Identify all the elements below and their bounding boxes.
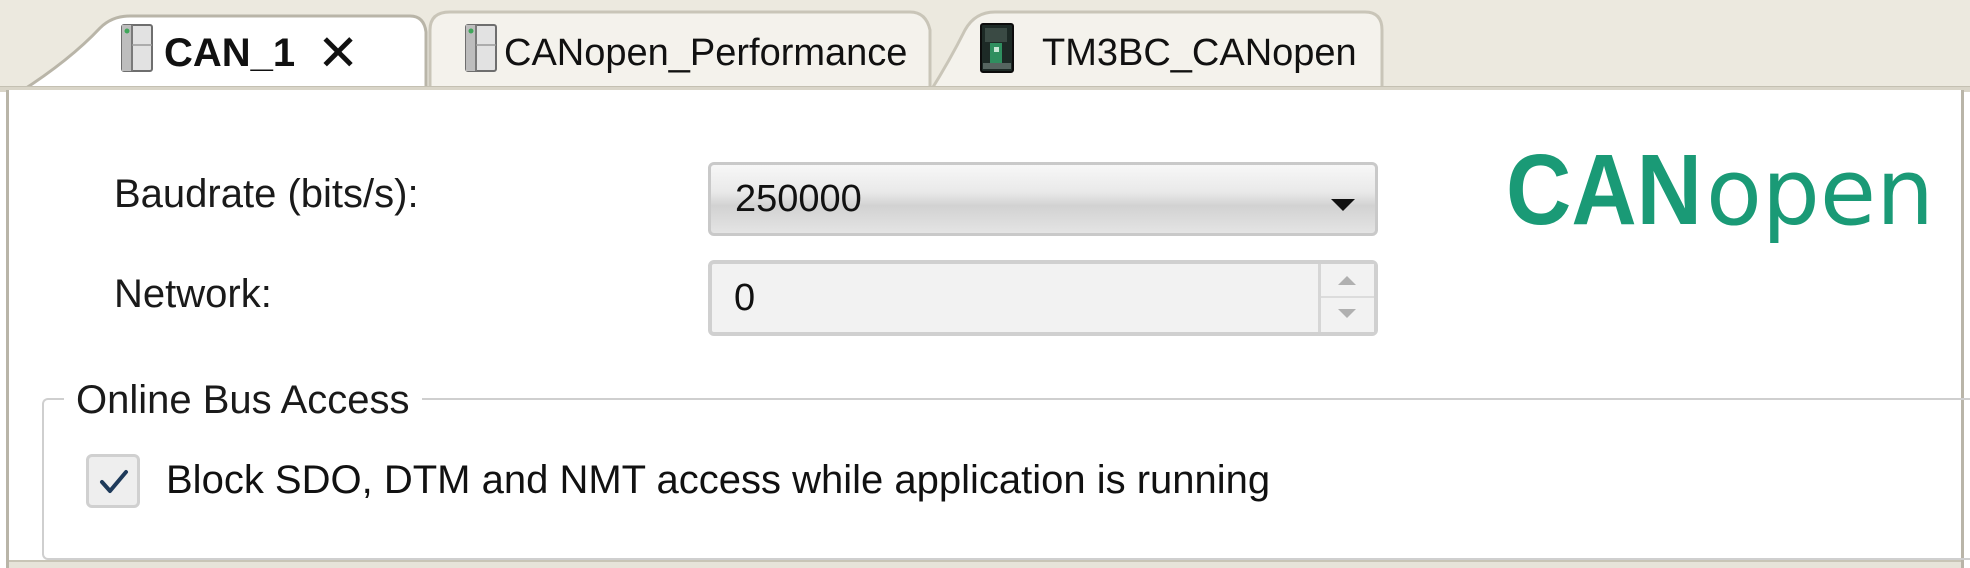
network-label: Network:	[114, 272, 272, 316]
network-spinbox[interactable]: 0	[708, 260, 1378, 336]
arrow-up-icon	[1338, 276, 1356, 285]
tab-label: CANopen_Performance	[504, 31, 908, 74]
spin-down-button[interactable]	[1321, 298, 1374, 332]
close-tab-icon[interactable]: ✕	[317, 28, 359, 78]
arrow-down-icon	[1338, 309, 1356, 318]
baudrate-select[interactable]: 250000	[708, 162, 1378, 236]
tab-can-1[interactable]: CAN_1 ✕	[120, 14, 359, 92]
chevron-down-icon	[1331, 199, 1355, 211]
tm3bc-device-icon	[980, 23, 1014, 83]
tab-label: CAN_1	[164, 30, 296, 75]
device-module-icon	[120, 23, 154, 83]
baudrate-value: 250000	[735, 177, 862, 220]
spin-buttons	[1318, 264, 1374, 332]
network-value[interactable]: 0	[734, 264, 755, 332]
panel-bottom-edge	[9, 560, 1961, 568]
canopen-logo: CAN open	[1506, 140, 1934, 246]
block-access-checkbox[interactable]	[86, 454, 140, 508]
editor-tab-strip: CAN_1 ✕ CANopen_Performance TM3BC_CANope…	[0, 0, 1970, 94]
spin-up-button[interactable]	[1321, 264, 1374, 298]
tab-tm3bc-canopen[interactable]: TM3BC_CANopen	[980, 14, 1357, 92]
block-access-label: Block SDO, DTM and NMT access while appl…	[166, 458, 1271, 502]
online-bus-access-title: Online Bus Access	[64, 378, 422, 423]
logo-light-text: open	[1706, 140, 1934, 246]
baudrate-label: Baudrate (bits/s):	[114, 172, 419, 216]
device-module-icon	[464, 23, 498, 83]
checkmark-icon	[100, 470, 128, 493]
logo-bold-text: CAN	[1506, 140, 1702, 246]
tab-label: TM3BC_CANopen	[1042, 31, 1357, 74]
tab-canopen-performance[interactable]: CANopen_Performance	[464, 14, 907, 92]
